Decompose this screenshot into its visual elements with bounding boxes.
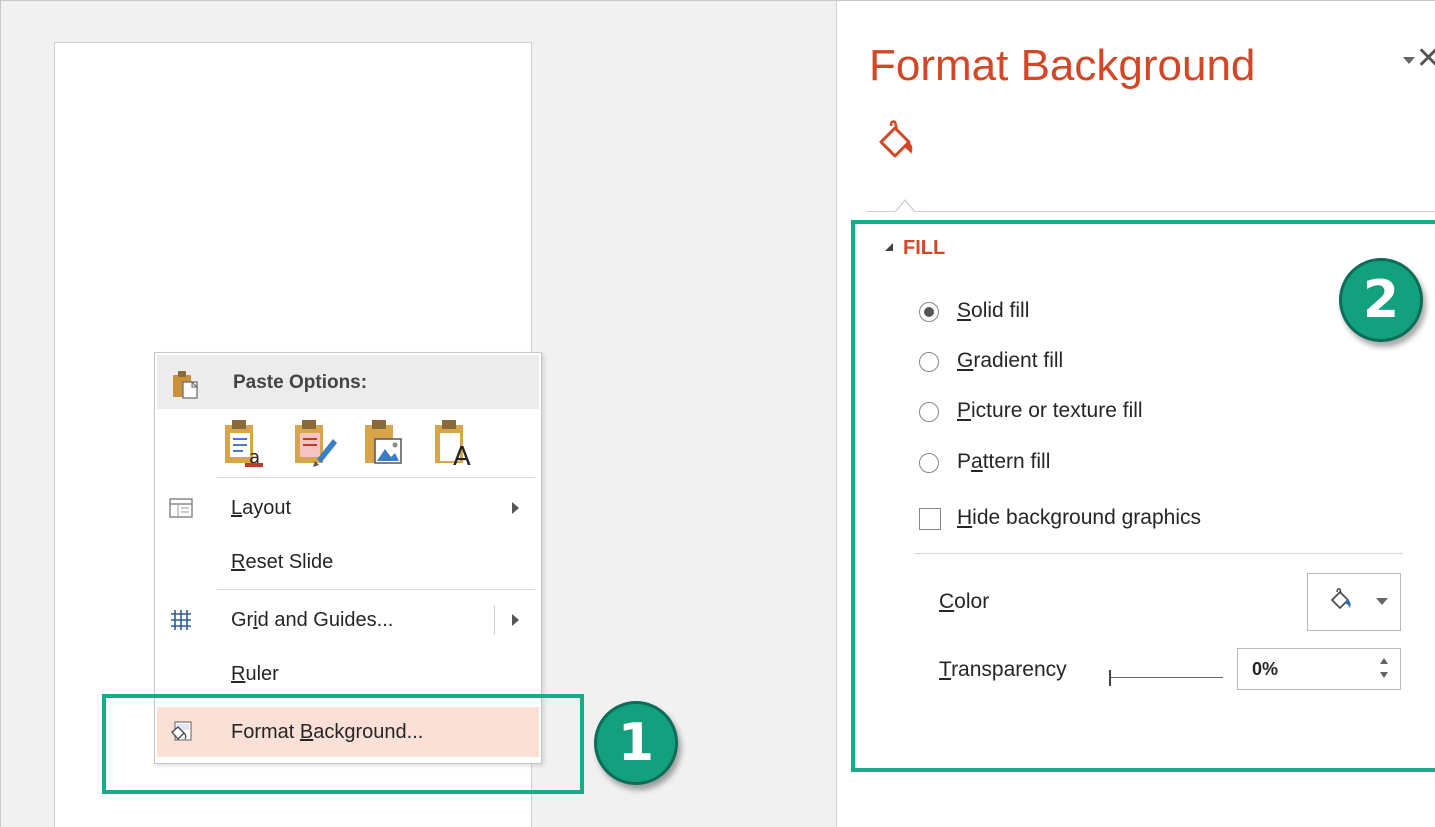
paste-options-header: Paste Options: <box>157 355 539 409</box>
fill-tab-paint-bucket-icon[interactable] <box>877 118 917 170</box>
callout-badge-2: 2 <box>1339 258 1423 342</box>
callout-badge-1: 1 <box>594 701 678 785</box>
paste-options-label: Paste Options: <box>233 372 368 393</box>
menu-item-reset-slide[interactable]: Reset Slide <box>157 537 539 587</box>
paste-keep-text-only-icon[interactable]: A <box>431 415 481 472</box>
menu-item-label: Layout <box>231 497 292 519</box>
tab-divider <box>867 211 1435 212</box>
menu-item-grid-and-guides[interactable]: Grid and Guides... <box>157 595 539 645</box>
highlight-box-1 <box>102 694 584 794</box>
grid-icon <box>169 608 193 632</box>
split-separator <box>494 605 495 635</box>
paste-use-destination-theme-icon[interactable]: a <box>221 415 271 469</box>
svg-text:A: A <box>453 442 471 469</box>
menu-item-label: Ruler <box>231 663 279 685</box>
menu-item-ruler[interactable]: Ruler <box>157 649 539 699</box>
pane-title: Format Background <box>869 41 1256 90</box>
active-tab-indicator <box>894 198 916 213</box>
menu-item-label: Reset Slide <box>231 551 334 573</box>
clipboard-icon <box>171 370 199 405</box>
submenu-arrow-icon <box>512 502 519 514</box>
close-icon[interactable]: ✕ <box>1416 41 1435 76</box>
menu-item-label: Grid and Guides... <box>231 609 394 631</box>
menu-item-layout[interactable]: Layout <box>157 483 539 533</box>
paste-keep-source-formatting-icon[interactable] <box>291 415 341 469</box>
submenu-arrow-icon[interactable] <box>512 614 519 626</box>
menu-separator <box>217 477 535 478</box>
menu-separator <box>217 589 535 590</box>
paste-picture-icon[interactable] <box>361 415 411 469</box>
paste-options-icons: a A <box>221 415 481 472</box>
layout-icon <box>169 496 193 520</box>
pane-options-dropdown-icon[interactable] <box>1403 57 1415 64</box>
